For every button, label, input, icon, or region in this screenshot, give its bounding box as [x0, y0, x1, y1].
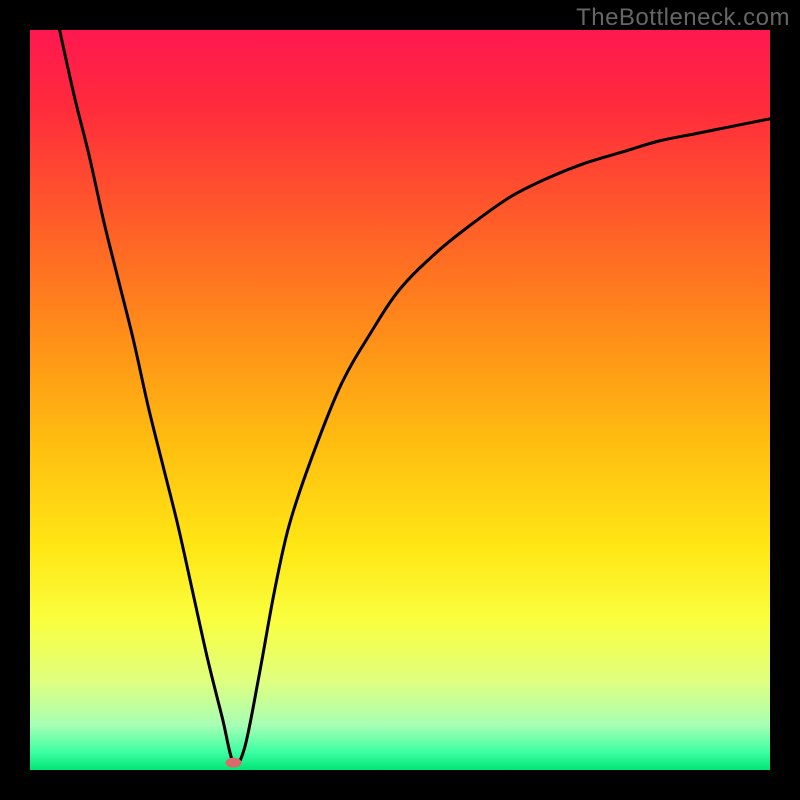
- plot-area: [30, 30, 770, 770]
- minimum-marker: [226, 758, 242, 768]
- chart-frame: TheBottleneck.com: [0, 0, 800, 800]
- watermark-text: TheBottleneck.com: [576, 4, 790, 32]
- plot-svg: [30, 30, 770, 770]
